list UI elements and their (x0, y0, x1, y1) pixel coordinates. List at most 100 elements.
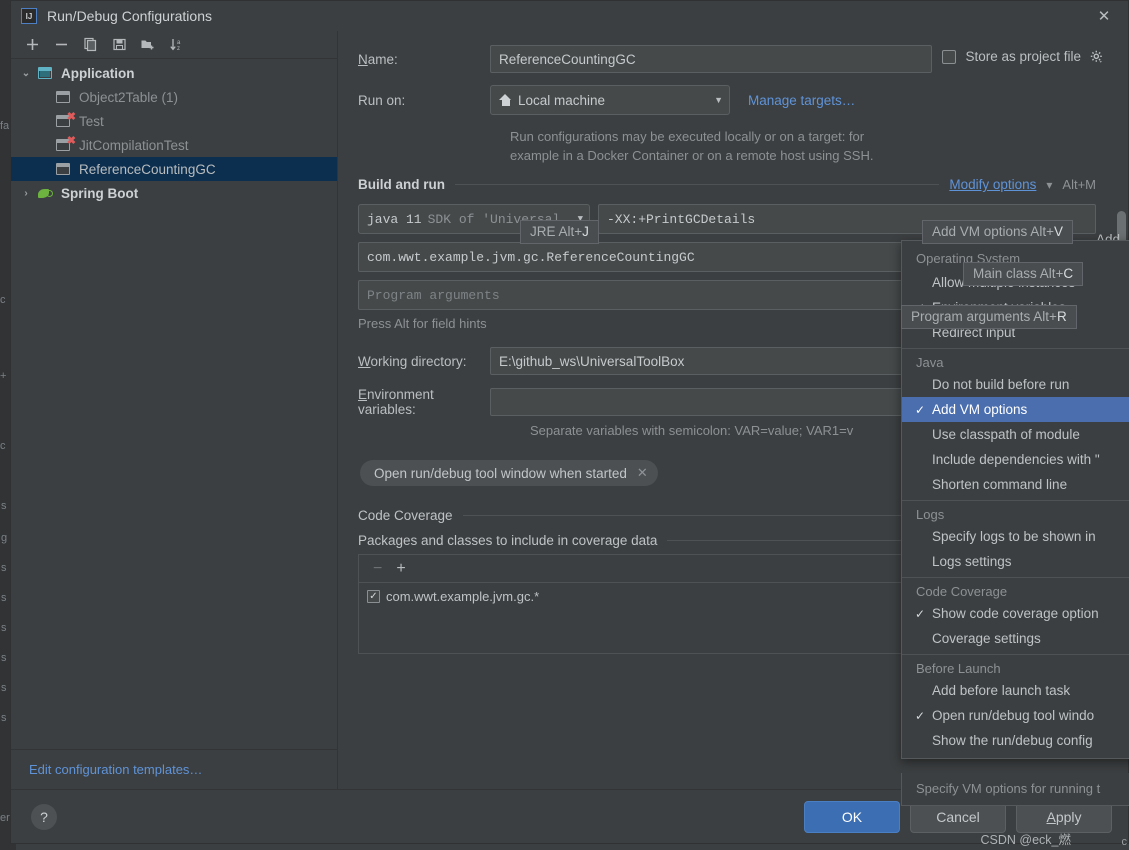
menu-item-label: Open run/debug tool windo (932, 708, 1095, 723)
jre-tooltip-text: JRE Alt+ (530, 224, 583, 239)
jre-value: java 11 (367, 211, 422, 227)
tree-item-test[interactable]: ✖ Test (11, 109, 337, 133)
working-directory-mnemonic: W (358, 353, 371, 369)
menu-category-java: Java (902, 348, 1129, 372)
menu-item-show-run-debug-config[interactable]: Show the run/debug config (902, 728, 1129, 753)
menu-category-logs: Logs (902, 500, 1129, 524)
menu-item-specify-logs[interactable]: Specify logs to be shown in (902, 524, 1129, 549)
background-ghost-text: g (1, 532, 8, 544)
run-on-hint: Run configurations may be executed local… (510, 127, 1116, 165)
save-configuration-button[interactable] (106, 33, 132, 57)
menu-item-include-dependencies[interactable]: Include dependencies with " (902, 447, 1129, 472)
tree-item-jitcompilationtest[interactable]: ✖ JitCompilationTest (11, 133, 337, 157)
menu-item-coverage-settings[interactable]: Coverage settings (902, 626, 1129, 651)
application-icon (53, 91, 73, 103)
background-ghost-text: fa (0, 120, 10, 132)
menu-item-logs-settings[interactable]: Logs settings (902, 549, 1129, 574)
error-x-icon: ✖ (66, 111, 76, 123)
menu-item-use-classpath-of-module[interactable]: Use classpath of module (902, 422, 1129, 447)
store-as-project-file-checkbox[interactable] (942, 49, 957, 64)
name-label-rest: ame: (367, 51, 398, 67)
run-on-label: Run on: (358, 92, 406, 108)
menu-item-label: Use classpath of module (932, 427, 1080, 442)
jre-tooltip: JRE Alt+J (520, 220, 599, 244)
background-ghost-text: er (0, 812, 10, 824)
environment-variables-label: Environment variables: (338, 387, 490, 417)
chevron-down-icon[interactable]: ⌄ (17, 68, 35, 79)
menu-item-show-code-coverage-option[interactable]: ✓ Show code coverage option (902, 601, 1129, 626)
add-configuration-button[interactable] (19, 33, 45, 57)
menu-item-label: Do not build before run (932, 377, 1070, 392)
chip-label: Open run/debug tool window when started (374, 465, 627, 481)
menu-item-label: Coverage settings (932, 631, 1041, 646)
ok-button[interactable]: OK (804, 800, 900, 833)
menu-item-open-run-debug-tool-window[interactable]: ✓ Open run/debug tool windo (902, 703, 1129, 728)
tree-item-label: JitCompilationTest (79, 137, 189, 153)
configurations-tree[interactable]: ⌄ Application Object2Table (1) ✖ Test ✖ … (11, 59, 337, 749)
chevron-right-icon[interactable]: › (17, 188, 35, 199)
run-on-target-combo[interactable]: Local machine ▼ (490, 85, 730, 115)
gear-icon[interactable] (1090, 50, 1104, 64)
coverage-remove-button[interactable]: − (373, 560, 382, 578)
name-input[interactable]: ReferenceCountingGC (490, 45, 932, 73)
packages-label: Packages and classes to include in cover… (358, 533, 658, 548)
application-icon (35, 67, 55, 79)
menu-item-shorten-command-line[interactable]: Shorten command line (902, 472, 1129, 497)
menu-item-label: Shorten command line (932, 477, 1068, 492)
main-class-tooltip: Main class Alt+C (963, 262, 1084, 286)
configurations-toolbar: a z (11, 31, 337, 59)
tree-group-label: Spring Boot (61, 185, 139, 201)
close-icon[interactable]: ✕ (1084, 1, 1124, 31)
coverage-item-checkbox[interactable]: ✓ (367, 590, 380, 603)
copy-configuration-button[interactable] (77, 33, 103, 57)
program-arguments-tooltip-text: Program arguments Alt+ (911, 309, 1057, 324)
tree-group-label: Application (61, 65, 135, 81)
menu-item-do-not-build-before-run[interactable]: Do not build before run (902, 372, 1129, 397)
background-ghost-text: s (1, 652, 7, 664)
menu-item-label: Logs settings (932, 554, 1012, 569)
modify-options-caret-icon[interactable]: ▾ (1046, 178, 1052, 192)
tree-item-label: Object2Table (1) (79, 89, 179, 105)
program-arguments-tooltip-key: R (1056, 309, 1067, 324)
tree-item-label: Test (79, 113, 104, 129)
new-folder-button[interactable] (135, 33, 161, 57)
working-directory-label: Working directory: (338, 354, 490, 369)
modify-options-shortcut: Alt+M (1062, 177, 1096, 192)
dialog-title: Run/Debug Configurations (47, 8, 212, 24)
modify-options-link[interactable]: Modify options (949, 177, 1036, 192)
checkmark-icon: ✓ (914, 606, 926, 621)
background-ghost-text: s (1, 712, 7, 724)
run-on-hint-line1: Run configurations may be executed local… (510, 129, 865, 144)
tree-group-application[interactable]: ⌄ Application (11, 61, 337, 85)
tree-item-referencecountinggc[interactable]: ReferenceCountingGC (11, 157, 337, 181)
tree-item-object2table[interactable]: Object2Table (1) (11, 85, 337, 109)
configurations-panel: a z ⌄ Application Object2Table (1) ✖ Tes… (11, 31, 338, 789)
chevron-down-icon[interactable]: ▼ (704, 95, 723, 105)
help-button[interactable]: ? (31, 803, 57, 830)
add-vm-options-tooltip-key: V (1053, 224, 1063, 239)
menu-item-add-before-launch-task[interactable]: Add before launch task (902, 678, 1129, 703)
jre-tooltip-key: J (582, 224, 589, 239)
open-run-debug-tool-window-chip[interactable]: Open run/debug tool window when started … (360, 460, 658, 486)
close-icon[interactable]: ✕ (637, 465, 648, 481)
menu-item-add-vm-options[interactable]: ✓ Add VM options (902, 397, 1129, 422)
coverage-add-button[interactable]: + (396, 560, 405, 578)
sort-alphabetically-button[interactable]: a z (164, 33, 190, 57)
edit-configuration-templates-link[interactable]: Edit configuration templates… (29, 762, 202, 777)
spring-boot-icon (35, 187, 55, 200)
watermark-text: CSDN @eck_燃 (980, 833, 1072, 847)
run-on-hint-line2: example in a Docker Container or on a re… (510, 148, 874, 163)
home-icon (499, 94, 512, 106)
store-as-project-file-row[interactable]: Store as project file (942, 49, 1104, 64)
menu-category-code-coverage: Code Coverage (902, 577, 1129, 601)
main-class-tooltip-text: Main class Alt+ (973, 266, 1064, 281)
tree-group-spring-boot[interactable]: › Spring Boot (11, 181, 337, 205)
manage-targets-link[interactable]: Manage targets… (748, 93, 855, 108)
run-on-target-value: Local machine (518, 92, 606, 108)
environment-variables-mnemonic: E (358, 387, 368, 402)
menu-item-label: Add before launch task (932, 683, 1071, 698)
remove-configuration-button[interactable] (48, 33, 74, 57)
menu-item-label: Include dependencies with " (932, 452, 1100, 467)
working-directory-label-rest: orking directory: (370, 353, 467, 369)
menu-category-before-launch: Before Launch (902, 654, 1129, 678)
